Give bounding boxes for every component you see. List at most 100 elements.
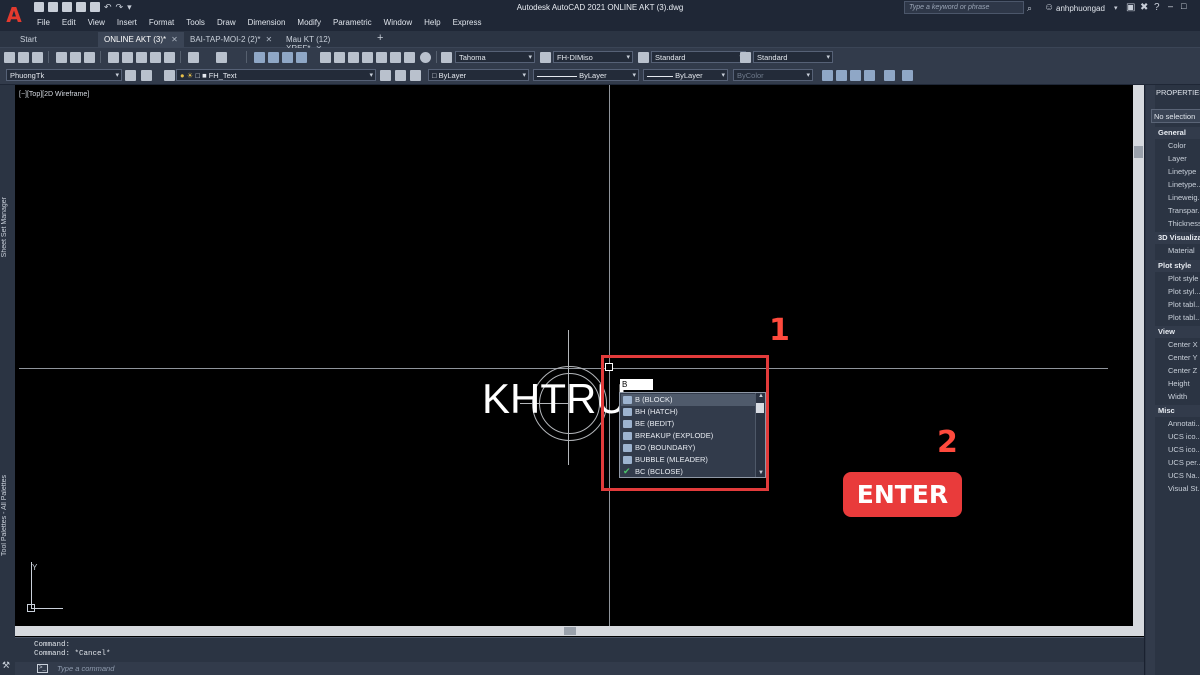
sheet-set-manager-tab[interactable]: Sheet Set Manager	[1, 197, 14, 257]
section-general[interactable]: General	[1155, 127, 1200, 139]
pan-icon[interactable]	[254, 52, 265, 63]
prop-row[interactable]: Center X	[1168, 339, 1200, 351]
layer-manager-icon[interactable]	[404, 52, 415, 63]
prop-row[interactable]: UCS ico...	[1168, 444, 1200, 456]
command-input[interactable]: Type a command	[57, 664, 114, 673]
prop-row[interactable]: Color	[1168, 140, 1200, 152]
section-misc[interactable]: Misc	[1155, 405, 1200, 417]
menu-edit[interactable]: Edit	[62, 18, 83, 27]
design-center-icon[interactable]	[334, 52, 345, 63]
tool-palettes-icon[interactable]	[348, 52, 359, 63]
binoculars-search-icon[interactable]: ⌕	[1027, 3, 1032, 14]
prop-row[interactable]: UCS ico...	[1168, 431, 1200, 443]
cart-icon[interactable]: ▣	[1126, 2, 1135, 13]
menu-file[interactable]: File	[37, 18, 57, 27]
help-icon[interactable]: ?	[1154, 2, 1160, 13]
prop-row[interactable]: Width	[1168, 391, 1200, 403]
undo-icon[interactable]	[188, 52, 199, 63]
prop-row[interactable]: Annotati...	[1168, 418, 1200, 430]
menu-draw[interactable]: Draw	[217, 18, 243, 27]
lineweight-select[interactable]: ByLayer ▾	[643, 69, 728, 81]
block-editor-icon[interactable]	[164, 52, 175, 63]
layer-select[interactable]: ● ☀ □ ■ FH_Text ▾	[176, 69, 376, 81]
prop-row[interactable]: Center Y	[1168, 352, 1200, 364]
send-to-back-icon[interactable]	[836, 70, 847, 81]
plotstyle-select[interactable]: ByColor ▾	[733, 69, 813, 81]
user-icon[interactable]: ☺	[1044, 2, 1054, 13]
section-plot-style[interactable]: Plot style	[1155, 260, 1200, 272]
exchange-icon[interactable]: ✖	[1140, 2, 1148, 13]
section-view[interactable]: View	[1155, 326, 1200, 338]
selection-select[interactable]: No selection	[1151, 109, 1200, 123]
bring-to-front-icon[interactable]	[822, 70, 833, 81]
open-icon[interactable]	[18, 52, 29, 63]
prop-row[interactable]: Plot style	[1168, 273, 1200, 285]
cut-icon[interactable]	[108, 52, 119, 63]
zoom-previous-icon[interactable]	[296, 52, 307, 63]
vertical-scrollbar[interactable]	[1133, 85, 1144, 626]
prop-row[interactable]: Transpar...	[1168, 205, 1200, 217]
preview-icon[interactable]	[70, 52, 81, 63]
search-input[interactable]: Type a keyword or phrase	[904, 1, 1024, 14]
prop-row[interactable]: Plot styl...	[1168, 286, 1200, 298]
viewport-controls[interactable]: [−][Top][2D Wireframe]	[19, 91, 89, 98]
prop-row[interactable]: Height	[1168, 378, 1200, 390]
horizontal-scroll-thumb[interactable]	[564, 627, 576, 635]
properties-icon[interactable]	[320, 52, 331, 63]
properties-palette-strip[interactable]	[1146, 85, 1155, 675]
mleader-style-icon[interactable]	[740, 52, 751, 63]
send-under-icon[interactable]	[864, 70, 875, 81]
color-select[interactable]: □ ByLayer ▾	[428, 69, 529, 81]
prop-row[interactable]: Thickness	[1168, 218, 1200, 230]
menu-modify[interactable]: Modify	[297, 18, 328, 27]
copy-icon[interactable]	[122, 52, 133, 63]
prop-row[interactable]: Lineweig...	[1168, 192, 1200, 204]
menu-dimension[interactable]: Dimension	[248, 18, 293, 27]
prop-row[interactable]: UCS per...	[1168, 457, 1200, 469]
linetype-select[interactable]: ByLayer ▾	[533, 69, 639, 81]
plot-icon[interactable]	[56, 52, 67, 63]
workspace-save-icon[interactable]	[141, 70, 152, 81]
drawing-canvas[interactable]: [−][Top][2D Wireframe] KHTRU B B (BLOCK)…	[15, 85, 1133, 626]
sheet-set-icon[interactable]	[362, 52, 373, 63]
prop-row[interactable]: UCS Na...	[1168, 470, 1200, 482]
menu-help[interactable]: Help	[424, 18, 447, 27]
wrench-icon[interactable]: ⚒	[2, 660, 10, 671]
dim-style-icon[interactable]	[540, 52, 551, 63]
layer-state-icon[interactable]	[410, 70, 421, 81]
paste-icon[interactable]	[136, 52, 147, 63]
user-name[interactable]: anhphuongad	[1056, 4, 1105, 13]
publish-icon[interactable]	[84, 52, 95, 63]
mleader-style-select[interactable]: Standard ▾	[753, 51, 833, 63]
text-style-select[interactable]: Tahoma ▾	[455, 51, 535, 63]
prop-row[interactable]: Plot tabl...	[1168, 312, 1200, 324]
command-line[interactable]: >_ Type a command	[15, 662, 1144, 675]
tab-online-akt[interactable]: ONLINE AKT (3)* ✕	[98, 32, 184, 47]
vertical-scroll-thumb[interactable]	[1134, 146, 1143, 158]
redo-icon[interactable]	[216, 52, 227, 63]
prop-row[interactable]: Plot tabl...	[1168, 299, 1200, 311]
table-style-icon[interactable]	[638, 52, 649, 63]
tool-palettes-tab[interactable]: Tool Palettes - All Palettes	[1, 475, 14, 556]
command-prompt-icon[interactable]: >_	[37, 664, 48, 673]
calculator-icon[interactable]	[390, 52, 401, 63]
save-icon[interactable]	[32, 52, 43, 63]
chevron-down-icon[interactable]: ▾	[1114, 4, 1118, 12]
menu-format[interactable]: Format	[149, 18, 181, 27]
make-current-layer-icon[interactable]	[380, 70, 391, 81]
tab-bai-tap-moi[interactable]: BAI-TAP-MOI-2 (2)* ✕	[184, 32, 280, 47]
layer-properties-icon[interactable]	[164, 70, 175, 81]
prop-row[interactable]: Material	[1168, 245, 1200, 257]
menu-express[interactable]: Express	[453, 18, 489, 27]
section-3d-visualization[interactable]: 3D Visualiza...	[1155, 232, 1200, 244]
minimize-icon[interactable]: –	[1168, 1, 1173, 11]
layer-previous-icon[interactable]	[395, 70, 406, 81]
markup-icon[interactable]	[376, 52, 387, 63]
menu-tools[interactable]: Tools	[186, 18, 212, 27]
maximize-icon[interactable]: □	[1181, 1, 1186, 11]
menu-window[interactable]: Window	[384, 18, 419, 27]
prop-row[interactable]: Visual St...	[1168, 483, 1200, 495]
close-icon[interactable]: ✕	[266, 35, 273, 44]
menu-parametric[interactable]: Parametric	[333, 18, 379, 27]
zoom-window-icon[interactable]	[282, 52, 293, 63]
